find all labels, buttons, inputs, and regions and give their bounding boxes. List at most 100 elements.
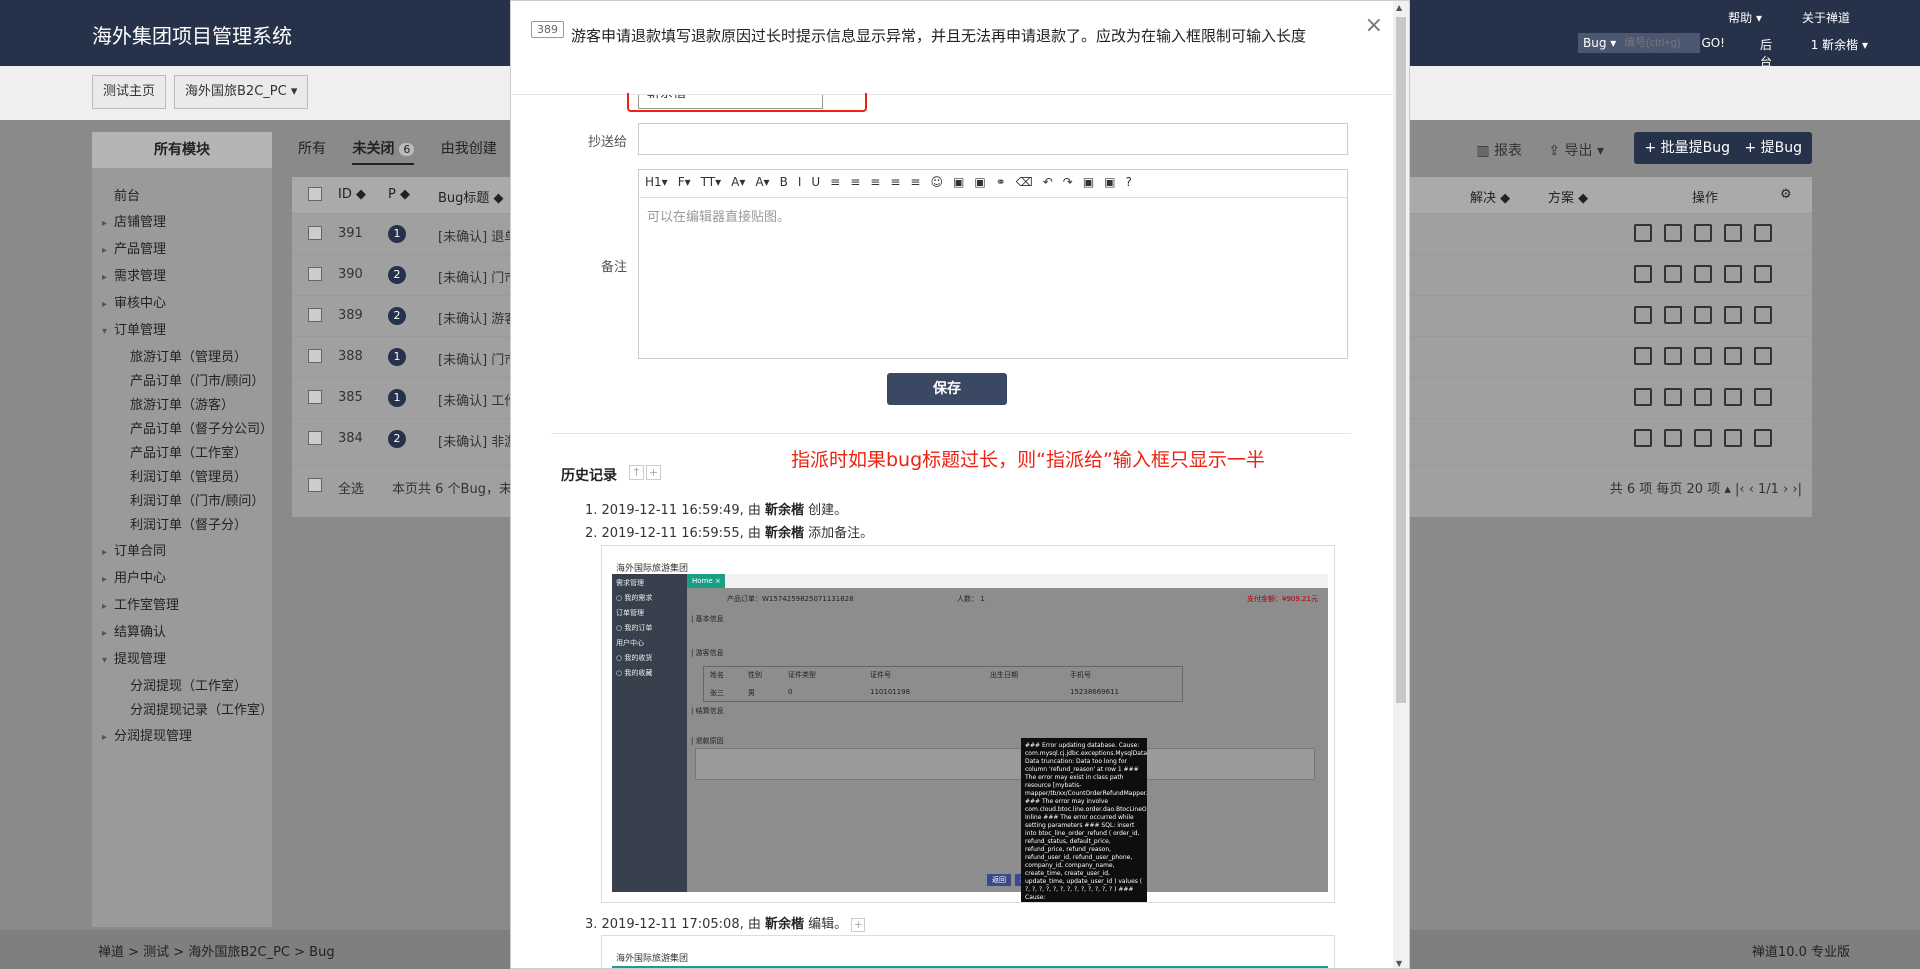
row-checkbox[interactable] xyxy=(308,226,322,244)
confirm-icon[interactable] xyxy=(1634,306,1652,324)
row-checkbox[interactable] xyxy=(308,267,322,285)
close-bug-icon[interactable] xyxy=(1694,224,1712,242)
search-input[interactable] xyxy=(1620,33,1700,53)
confirm-icon[interactable] xyxy=(1634,429,1652,447)
footer-checkbox[interactable] xyxy=(308,478,322,496)
sidebar-item[interactable]: ▸ 需求管理 xyxy=(102,264,272,291)
editor-tool-icon[interactable]: ⌫ xyxy=(1016,175,1033,189)
row-checkbox[interactable] xyxy=(308,431,322,449)
row-title[interactable]: [未确认] 工作 xyxy=(438,390,517,409)
module-header[interactable]: 所有模块 xyxy=(92,132,272,168)
sidebar-item[interactable]: ▸ 工作室管理 xyxy=(102,593,272,620)
sidebar-item[interactable]: 分润提现记录（工作室） xyxy=(102,700,273,722)
editor-tool-icon[interactable]: ▣ xyxy=(1104,175,1115,189)
sidebar-item[interactable]: ▸ 分润提现管理 xyxy=(102,724,272,751)
editor-tool-icon[interactable]: H1▾ xyxy=(645,175,668,189)
copy-icon[interactable] xyxy=(1754,224,1772,242)
row-checkbox[interactable] xyxy=(308,390,322,408)
close-icon[interactable]: × xyxy=(1365,13,1383,38)
resolve-icon[interactable] xyxy=(1664,388,1682,406)
tab-all[interactable]: 所有 xyxy=(298,141,326,157)
copy-icon[interactable] xyxy=(1754,429,1772,447)
sidebar-item[interactable]: ▸ 用户中心 xyxy=(102,566,272,593)
editor-tool-icon[interactable]: ▣ xyxy=(974,175,985,189)
resolve-icon[interactable] xyxy=(1664,347,1682,365)
resolve-icon[interactable] xyxy=(1664,429,1682,447)
sidebar-item[interactable]: ▾ 提现管理 xyxy=(102,647,272,674)
confirm-icon[interactable] xyxy=(1634,347,1652,365)
expand-icon[interactable]: + xyxy=(646,465,661,480)
user-menu[interactable]: 1 靳余楷 ▾ xyxy=(1811,36,1868,53)
editor-tool-icon[interactable]: I xyxy=(798,175,802,189)
sidebar-item[interactable]: ▸ 审核中心 xyxy=(102,291,272,318)
editor-tool-icon[interactable]: ≡ xyxy=(910,175,920,189)
sidebar-item[interactable]: ▸ 产品管理 xyxy=(102,237,272,264)
sidebar-item[interactable]: ▸ 订单合同 xyxy=(102,539,272,566)
editor-tool-icon[interactable]: ≡ xyxy=(870,175,880,189)
sidebar-item[interactable]: 旅游订单（游客） xyxy=(102,395,272,417)
close-bug-icon[interactable] xyxy=(1694,429,1712,447)
copy-icon[interactable] xyxy=(1754,347,1772,365)
editor-tool-icon[interactable]: ↶ xyxy=(1043,175,1053,189)
edit-icon[interactable] xyxy=(1724,429,1742,447)
sidebar-item[interactable]: 利润订单（门市/顾问） xyxy=(102,491,272,513)
expand-icon[interactable]: + xyxy=(851,918,866,932)
note-editor[interactable]: H1▾ F▾ TT▾ A▾ A▾ B I U ≡ ≡ ≡ ≡ ≡ ☺ ▣ ▣ ⚭ ⌫ ↶ ↷ ▣ ▣? 可以在编辑器直接贴… xyxy=(638,169,1348,359)
editor-tool-icon[interactable]: ☺ xyxy=(930,175,943,189)
pager[interactable]: 共 6 项 每页 20 项 ▴ |‹ ‹ 1/1 › ›| xyxy=(1610,478,1802,497)
sidebar-item[interactable]: 产品订单（工作室） xyxy=(102,443,272,465)
edit-icon[interactable] xyxy=(1724,224,1742,242)
help-menu[interactable]: 帮助 ▾ xyxy=(1728,9,1762,26)
breadcrumb-product[interactable]: 海外国旅B2C_PC ▾ xyxy=(174,75,309,109)
close-bug-icon[interactable] xyxy=(1694,306,1712,324)
sidebar-item[interactable]: 产品订单（门市/顾问） xyxy=(102,371,272,393)
sort-up-icon[interactable]: ↑ xyxy=(629,465,644,480)
report-link[interactable]: ▥ 报表 xyxy=(1476,140,1522,160)
editor-tool-icon[interactable]: ▣ xyxy=(953,175,964,189)
close-bug-icon[interactable] xyxy=(1694,347,1712,365)
sidebar-item[interactable]: 前台 xyxy=(102,184,272,210)
col-plan[interactable]: 方案 ◆ xyxy=(1548,187,1588,206)
editor-tool-icon[interactable]: U xyxy=(811,175,820,189)
export-menu[interactable]: ⇪ 导出 ▾ xyxy=(1548,140,1604,160)
row-title[interactable]: [未确认] 退单 xyxy=(438,226,517,245)
col-id[interactable]: ID ◆ xyxy=(338,187,366,202)
sidebar-item[interactable]: 利润订单（管理员） xyxy=(102,467,272,489)
scroll-up-icon[interactable]: ▲ xyxy=(1396,3,1402,12)
editor-tool-icon[interactable]: ↷ xyxy=(1063,175,1073,189)
breadcrumb-test-home[interactable]: 测试主页 xyxy=(92,75,167,109)
editor-area[interactable]: 可以在编辑器直接贴图。 xyxy=(639,198,1347,233)
backend-link[interactable]: 后台 xyxy=(1760,36,1772,70)
editor-tool-icon[interactable]: ? xyxy=(1126,175,1132,189)
editor-tool-icon[interactable]: F▾ xyxy=(678,175,691,189)
sidebar-item[interactable]: 旅游订单（管理员） xyxy=(102,347,272,369)
row-checkbox[interactable] xyxy=(308,308,322,326)
sidebar-item[interactable]: ▸ 店铺管理 xyxy=(102,210,272,237)
editor-tool-icon[interactable]: ≡ xyxy=(890,175,900,189)
row-title[interactable]: [未确认] 门市 xyxy=(438,349,517,368)
resolve-icon[interactable] xyxy=(1664,306,1682,324)
resolve-icon[interactable] xyxy=(1664,265,1682,283)
sidebar-item[interactable]: 分润提现（工作室） xyxy=(102,676,272,698)
select-all-label[interactable]: 全选 xyxy=(338,478,364,497)
edit-icon[interactable] xyxy=(1724,265,1742,283)
row-title[interactable]: [未确认] 非游 xyxy=(438,431,517,450)
search-type-select[interactable]: Bug ▾ xyxy=(1578,33,1620,53)
gear-icon[interactable]: ⚙ xyxy=(1780,187,1792,202)
row-title[interactable]: [未确认] 门市 xyxy=(438,267,517,286)
resolve-icon[interactable] xyxy=(1664,224,1682,242)
editor-tool-icon[interactable]: B xyxy=(780,175,788,189)
sidebar-item[interactable]: ▾ 订单管理 xyxy=(102,318,272,345)
editor-tool-icon[interactable]: ≡ xyxy=(850,175,860,189)
copy-icon[interactable] xyxy=(1754,265,1772,283)
confirm-icon[interactable] xyxy=(1634,388,1652,406)
editor-tool-icon[interactable]: TT▾ xyxy=(701,175,721,189)
select-all-checkbox[interactable] xyxy=(308,187,322,205)
row-checkbox[interactable] xyxy=(308,349,322,367)
batch-bug-button[interactable]: + 批量提Bug xyxy=(1634,132,1740,164)
tab-mine[interactable]: 由我创建 xyxy=(441,141,497,157)
sidebar-item[interactable]: 产品订单（督子分公司） xyxy=(102,419,273,441)
app-title[interactable]: 海外集团项目管理系统 xyxy=(92,20,292,49)
scroll-down-icon[interactable]: ▼ xyxy=(1396,959,1402,968)
edit-icon[interactable] xyxy=(1724,388,1742,406)
